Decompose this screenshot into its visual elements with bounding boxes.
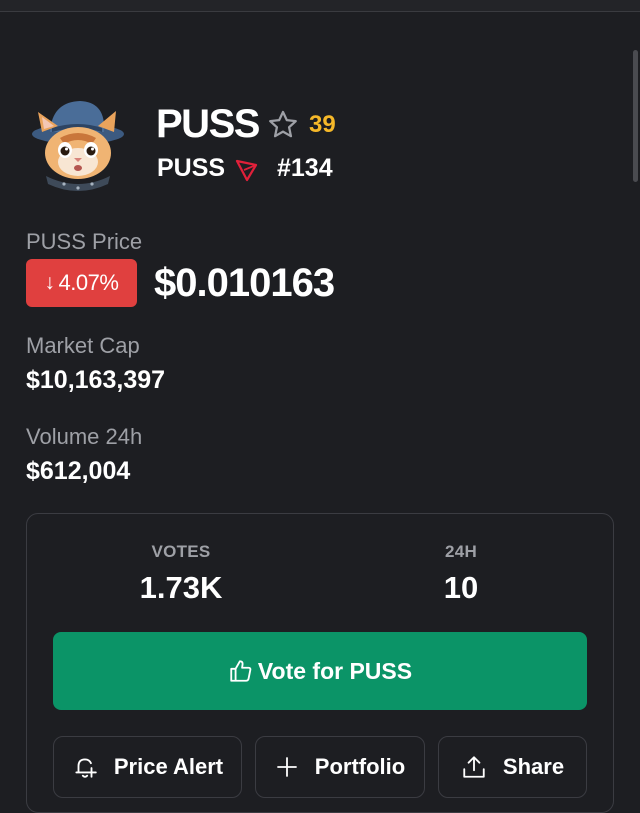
votes-24h: 24H 10: [361, 542, 561, 606]
watchlist-count: 39: [309, 111, 336, 138]
price-alert-label: Price Alert: [113, 754, 224, 779]
market-cap-label: Market Cap: [26, 333, 140, 358]
votes-value: 1.73K: [139, 570, 223, 605]
portfolio-button[interactable]: Portfolio: [255, 736, 425, 798]
cat-wizard-hat-logo: [32, 101, 124, 191]
votes-label: VOTES: [151, 542, 211, 561]
volume-label: Volume 24h: [26, 424, 143, 449]
portfolio-label: Portfolio: [314, 754, 406, 779]
scrollbar[interactable]: [632, 12, 640, 792]
votes-24h-label: 24H: [444, 542, 478, 561]
vote-button-label: Vote for PUSS: [257, 657, 413, 684]
vote-button[interactable]: Vote for PUSS: [53, 632, 587, 710]
price-change-badge: ↓ 4.07%: [26, 259, 137, 307]
share-button[interactable]: Share: [438, 736, 587, 798]
market-cap-value: $10,163,397: [26, 366, 166, 394]
scrollbar-thumb[interactable]: [633, 50, 638, 182]
vote-card: VOTES 1.73K 24H 10 Vote for PUSS Price A…: [26, 513, 614, 813]
volume-value: $612,004: [26, 457, 131, 485]
coin-symbol: PUSS: [157, 154, 226, 182]
coin-header: PUSS 39 PUSS #134: [28, 98, 588, 198]
tron-icon: [235, 158, 259, 182]
top-bar: [0, 0, 640, 12]
price-change-value: 4.07%: [58, 270, 119, 295]
thumbs-up-icon: [230, 660, 252, 682]
coin-rank: #134: [277, 154, 333, 182]
price-alert-button[interactable]: Price Alert: [53, 736, 242, 798]
watchlist-star-icon[interactable]: [266, 108, 300, 142]
share-upload-icon: [463, 756, 485, 778]
bell-plus-icon: [75, 758, 97, 778]
votes-24h-value: 10: [443, 570, 479, 605]
share-label: Share: [502, 754, 565, 779]
coin-name: PUSS: [156, 102, 260, 146]
plus-icon: [276, 757, 297, 777]
votes-total: VOTES 1.73K: [81, 542, 281, 606]
price-value: $0.010163: [154, 261, 335, 305]
arrow-down-icon: ↓: [44, 271, 56, 294]
price-label: PUSS Price: [26, 229, 143, 254]
coin-avatar: [28, 98, 124, 196]
